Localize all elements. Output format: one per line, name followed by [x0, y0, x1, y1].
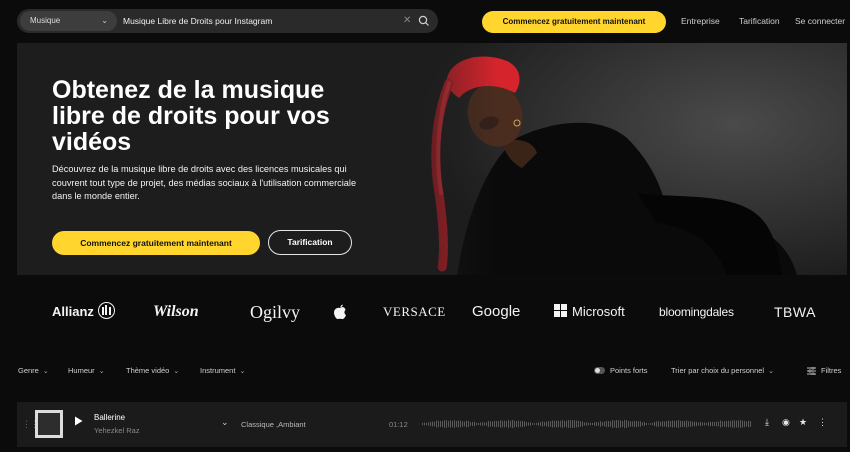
play-icon[interactable]	[74, 416, 83, 426]
client-logos: Allianz Wilson Ogilvy VERSACE Google Mic…	[0, 290, 850, 334]
track-cover	[35, 410, 63, 438]
chevron-down-icon: ⌄	[98, 368, 105, 375]
track-genres[interactable]: Classique ,Ambiant	[241, 420, 306, 429]
more-icon[interactable]: ⋮	[818, 417, 827, 428]
highlights-toggle[interactable]	[594, 367, 605, 374]
track-row[interactable]: ⋮⋮ Ballerine Yehezkel Raz ⌄ Classique ,A…	[17, 402, 847, 447]
close-icon[interactable]: ✕	[403, 9, 411, 33]
search-icon[interactable]	[418, 15, 430, 27]
versace-logo: VERSACE	[383, 304, 446, 319]
chevron-down-icon[interactable]: ⌄	[221, 417, 229, 428]
category-select[interactable]: Musique ⌄	[20, 11, 117, 31]
chevron-down-icon: ⌄	[42, 368, 49, 375]
waveform[interactable]	[422, 416, 752, 432]
download-icon[interactable]: ⤓	[765, 417, 769, 428]
ogilvy-logo: Ogilvy	[250, 302, 301, 322]
chevron-down-icon: ⌄	[239, 368, 246, 375]
sort-select[interactable]: Trier par choix du personnel ⌄	[671, 360, 774, 383]
hero-description: Découvrez de la musique libre de droits …	[52, 164, 357, 201]
filter-instrument[interactable]: Instrument ⌄	[200, 360, 245, 383]
track-title[interactable]: Ballerine	[94, 413, 125, 422]
category-select-label: Musique	[30, 16, 61, 25]
nav-link-pricing[interactable]: Tarification	[739, 0, 780, 42]
star-icon[interactable]: ★	[799, 417, 807, 428]
search-bar[interactable]: Musique ⌄ Musique Libre de Droits pour I…	[17, 9, 438, 33]
hero-banner: Obtenez de la musique libre de droits po…	[17, 43, 847, 275]
filter-theme[interactable]: Thème vidéo ⌄	[126, 360, 179, 383]
chevron-down-icon: ⌄	[173, 368, 180, 375]
filter-genre[interactable]: Genre ⌄	[18, 360, 49, 383]
microsoft-logo: Microsoft	[554, 290, 625, 334]
allianz-logo: Allianz	[52, 290, 115, 334]
hero-pricing-button[interactable]: Tarification	[268, 230, 352, 255]
track-artist[interactable]: Yehezkel Raz	[94, 426, 140, 435]
wilson-logo: Wilson	[153, 303, 199, 320]
top-bar: Musique ⌄ Musique Libre de Droits pour I…	[0, 0, 850, 42]
similar-icon[interactable]: ◉	[782, 417, 790, 428]
chevron-down-icon: ⌄	[101, 16, 108, 25]
search-input[interactable]: Musique Libre de Droits pour Instagram	[123, 9, 272, 33]
filter-mood[interactable]: Humeur ⌄	[68, 360, 105, 383]
nav-link-login[interactable]: Se connecter	[795, 0, 845, 42]
filter-bar: Genre ⌄ Humeur ⌄ Thème vidéo ⌄ Instrument ⌄ …	[0, 360, 850, 382]
google-logo: Google	[472, 303, 521, 320]
hero-gradient	[357, 43, 497, 275]
nav-link-business[interactable]: Entreprise	[681, 0, 720, 42]
hero-title: Obtenez de la musique libre de droits po…	[52, 76, 330, 156]
hero-signup-button[interactable]: Commencez gratuitement maintenant	[52, 231, 260, 255]
signup-button[interactable]: Commencez gratuitement maintenant	[482, 11, 666, 33]
highlights-label: Points forts	[610, 366, 648, 375]
track-duration: 01:12	[389, 420, 408, 429]
apple-logo	[333, 290, 347, 334]
tbwa-logo: TBWA	[774, 304, 816, 320]
bloomingdales-logo: bloomingdales	[659, 305, 734, 319]
sliders-icon[interactable]	[807, 367, 816, 375]
filters-button[interactable]: Filtres	[821, 360, 841, 382]
chevron-down-icon: ⌄	[768, 368, 774, 375]
